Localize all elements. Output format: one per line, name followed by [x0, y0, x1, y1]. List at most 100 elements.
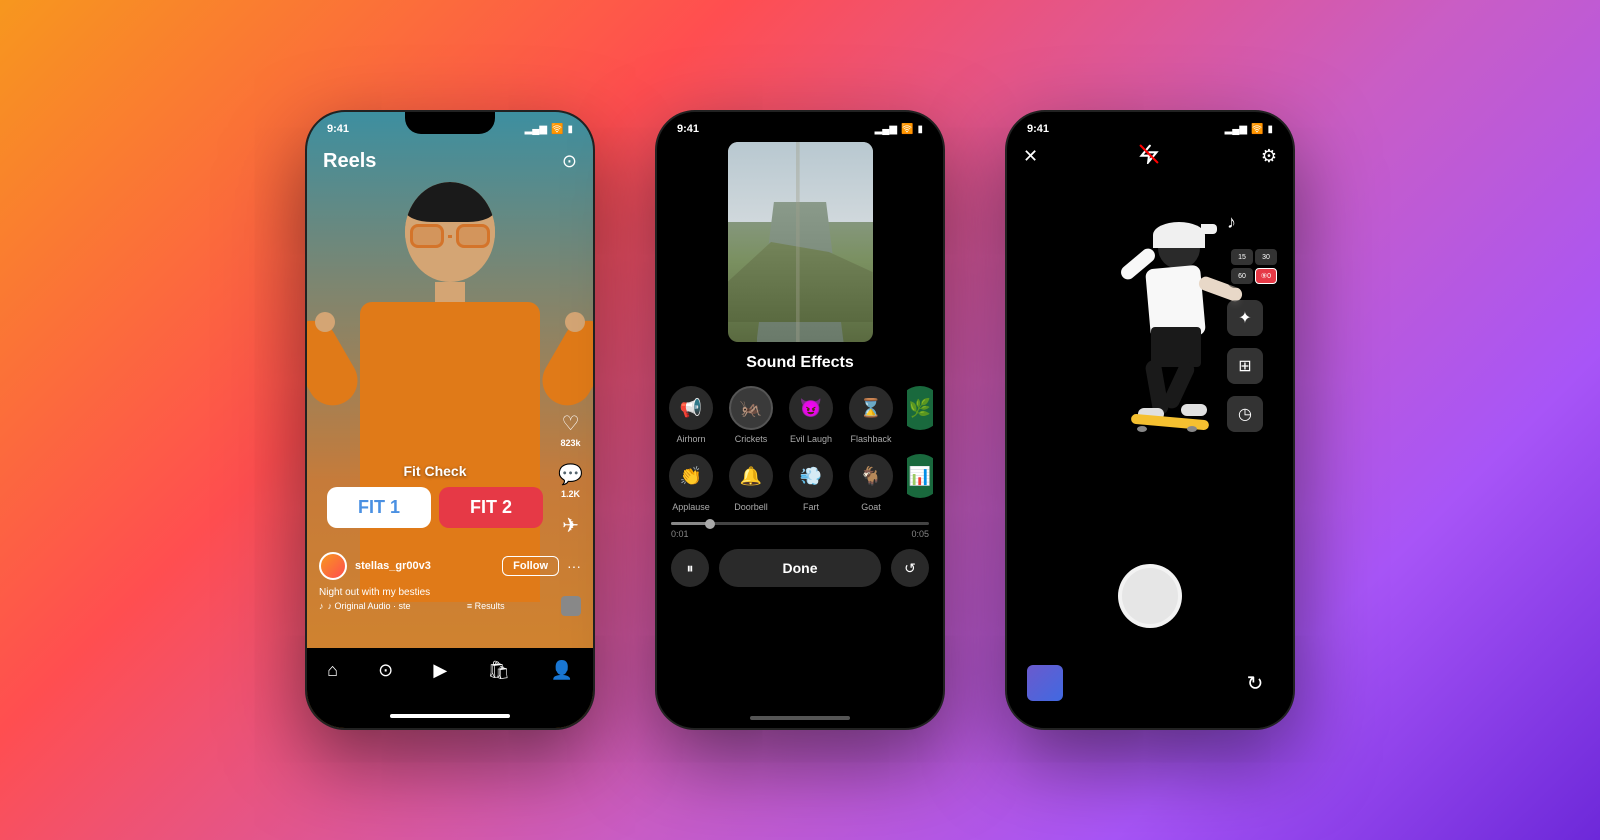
- reels-header: Reels ⊙: [307, 142, 593, 181]
- user-avatar[interactable]: [319, 552, 347, 580]
- home-indicator-2: [750, 716, 850, 720]
- poll-option-1[interactable]: FIT 1: [327, 487, 431, 528]
- speed-60[interactable]: 60: [1231, 268, 1253, 284]
- home-icon: ⌂: [327, 660, 338, 681]
- time-start: 0:01: [671, 529, 689, 539]
- status-time-3: 9:41: [1027, 123, 1049, 135]
- layout-button[interactable]: ⊞: [1227, 348, 1263, 384]
- effects-row-2: 👏 Applause 🔔 Doorbell 💨 Fart 🐐 Goat 📊: [657, 454, 943, 512]
- nav-search[interactable]: ⊙: [378, 660, 393, 681]
- progress-times: 0:01 0:05: [671, 529, 929, 539]
- nav-home[interactable]: ⌂: [327, 660, 338, 681]
- effect-more-1[interactable]: 🌿: [907, 386, 933, 444]
- timer-button[interactable]: ◷: [1227, 396, 1263, 432]
- progress-container: 0:01 0:05: [657, 522, 943, 539]
- settings-icon[interactable]: ⚙: [1261, 146, 1277, 167]
- speed-15[interactable]: 15: [1231, 249, 1253, 265]
- signal-icon-3: ▂▄▆: [1225, 124, 1247, 135]
- nav-reels[interactable]: ▶: [433, 660, 447, 681]
- phone-2: 9:41 ▂▄▆ 🛜 ▮ Sound Effects 📢 Airhorn: [655, 110, 945, 730]
- speed-30[interactable]: 30: [1255, 249, 1277, 265]
- gallery-thumbnail[interactable]: [1027, 665, 1063, 701]
- username[interactable]: stellas_gr00v3: [355, 560, 494, 572]
- status-time-1: 9:41: [327, 123, 349, 135]
- bottom-nav: ⌂ ⊙ ▶ 🛍 👤: [307, 648, 593, 728]
- status-icons-2: ▂▄▆ 🛜 ▮: [875, 124, 923, 135]
- airhorn-label: Airhorn: [676, 434, 705, 444]
- done-label: Done: [783, 560, 818, 576]
- status-icons-1: ▂▄▆ 🛜 ▮: [525, 124, 573, 135]
- profile-icon: 👤: [550, 660, 572, 681]
- heart-icon: ♡: [562, 411, 580, 436]
- camera-icon[interactable]: ⊙: [562, 151, 577, 172]
- transform-button[interactable]: ✦: [1227, 300, 1263, 336]
- reels-title: Reels: [323, 150, 376, 173]
- poll-title: Fit Check: [327, 463, 543, 479]
- effects-row-1: 📢 Airhorn 🦗 Crickets 😈 Evil Laugh ⌛ Flas…: [657, 386, 943, 444]
- effect-flashback[interactable]: ⌛ Flashback: [847, 386, 895, 444]
- flash-icon[interactable]: [1139, 144, 1159, 169]
- comment-count: 1.2K: [561, 489, 580, 499]
- audio-info[interactable]: ♪ ♪ Original Audio · ste: [319, 601, 411, 611]
- goat-icon: 🐐: [849, 454, 893, 498]
- speed-90-active[interactable]: ⑨0: [1255, 268, 1277, 284]
- evil-laugh-label: Evil Laugh: [790, 434, 832, 444]
- phone2-screen: 9:41 ▂▄▆ 🛜 ▮ Sound Effects 📢 Airhorn: [657, 142, 943, 587]
- phone-3: 9:41 ▂▄▆ 🛜 ▮ ✕ ⚙ ♪: [1005, 110, 1295, 730]
- fart-icon: 💨: [789, 454, 833, 498]
- applause-label: Applause: [672, 502, 710, 512]
- music-note-icon: ♪: [319, 601, 324, 611]
- progress-track[interactable]: [671, 522, 929, 525]
- effect-evil-laugh[interactable]: 😈 Evil Laugh: [787, 386, 835, 444]
- reels-icon: ▶: [433, 660, 447, 681]
- camera-top-bar: ✕ ⚙: [1007, 144, 1293, 169]
- speed-controls: 15 30 60 ⑨0: [1227, 245, 1281, 288]
- like-action[interactable]: ♡ 823k: [561, 411, 581, 448]
- section-title: Sound Effects: [657, 354, 943, 372]
- comment-action[interactable]: 💬 1.2K: [558, 462, 583, 499]
- flip-camera-button[interactable]: ↻: [1237, 665, 1273, 701]
- poll-option-2[interactable]: FIT 2: [439, 487, 543, 528]
- wifi-icon-1: 🛜: [551, 124, 563, 135]
- effect-more-2[interactable]: 📊: [907, 454, 933, 512]
- refresh-button[interactable]: ↺: [891, 549, 929, 587]
- doorbell-label: Doorbell: [734, 502, 768, 512]
- results-button[interactable]: ≡ Results: [467, 601, 505, 611]
- results-label: ≡ Results: [467, 601, 505, 611]
- notch-2: [755, 112, 845, 134]
- more-icon[interactable]: ···: [567, 558, 581, 574]
- effect-goat[interactable]: 🐐 Goat: [847, 454, 895, 512]
- effect-applause[interactable]: 👏 Applause: [667, 454, 715, 512]
- shop-icon: 🛍: [487, 660, 510, 681]
- nav-shop[interactable]: 🛍: [487, 660, 510, 681]
- effect-crickets[interactable]: 🦗 Crickets: [727, 386, 775, 444]
- effect-airhorn[interactable]: 📢 Airhorn: [667, 386, 715, 444]
- close-icon[interactable]: ✕: [1023, 146, 1038, 167]
- nav-profile[interactable]: 👤: [550, 660, 572, 681]
- sound-bottom-controls: ⏸ Done ↺: [657, 539, 943, 587]
- applause-icon: 👏: [669, 454, 713, 498]
- like-count: 823k: [561, 438, 581, 448]
- share-action[interactable]: ✈: [562, 513, 579, 538]
- music-button[interactable]: ♪: [1227, 212, 1281, 233]
- done-button[interactable]: Done: [719, 549, 881, 587]
- effect-fart[interactable]: 💨 Fart: [787, 454, 835, 512]
- effect-doorbell[interactable]: 🔔 Doorbell: [727, 454, 775, 512]
- speed-row-2: 60 ⑨0: [1231, 268, 1277, 284]
- follow-button[interactable]: Follow: [502, 556, 559, 576]
- wifi-icon-2: 🛜: [901, 124, 913, 135]
- share-icon: ✈: [562, 513, 579, 538]
- pause-button[interactable]: ⏸: [671, 549, 709, 587]
- pause-icon: ⏸: [687, 560, 694, 577]
- audio-bar: ♪ ♪ Original Audio · ste ≡ Results: [319, 596, 581, 616]
- camera-bottom-bar: ↻: [1007, 638, 1293, 728]
- signal-icon-2: ▂▄▆: [875, 124, 897, 135]
- signal-icon-1: ▂▄▆: [525, 124, 547, 135]
- shutter-button[interactable]: [1118, 564, 1182, 628]
- battery-icon-3: ▮: [1267, 124, 1273, 135]
- home-indicator-1: [390, 714, 510, 718]
- crickets-label: Crickets: [735, 434, 768, 444]
- progress-thumb[interactable]: [705, 519, 715, 529]
- speed-row-1: 15 30: [1231, 249, 1277, 265]
- flashback-icon: ⌛: [849, 386, 893, 430]
